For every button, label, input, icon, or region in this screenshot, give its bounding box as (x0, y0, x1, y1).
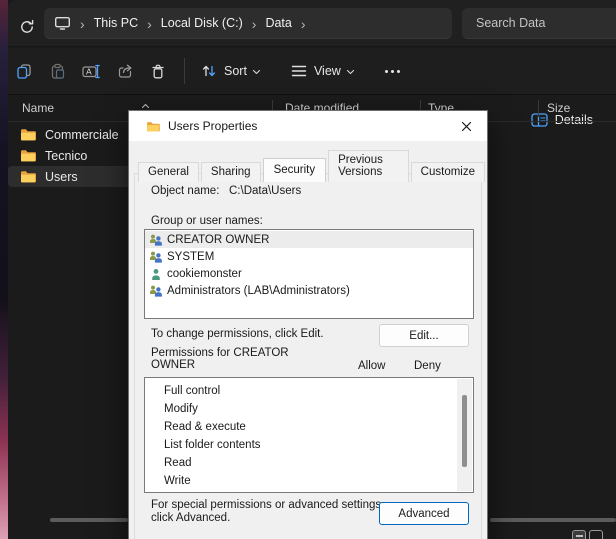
view-label: View (314, 64, 341, 78)
folder-icon (20, 128, 36, 141)
file-name: Tecnico (45, 149, 87, 163)
desktop-background-sliver (0, 0, 8, 539)
breadcrumb-item[interactable]: Data (265, 16, 291, 30)
group-or-usernames-label: Group or user names: (151, 215, 263, 227)
user-list-item[interactable]: cookiemonster (145, 265, 473, 282)
this-pc-icon (54, 16, 71, 30)
permissions-list[interactable]: Full controlModifyRead & executeList fol… (144, 377, 474, 493)
file-name: Commerciale (45, 128, 119, 142)
user-name: CREATOR OWNER (167, 234, 269, 246)
object-name-label: Object name: (151, 185, 219, 197)
properties-dialog: Users Properties GeneralSharingSecurityP… (128, 110, 488, 539)
chevron-down-icon (252, 69, 261, 75)
allow-column-label: Allow (358, 360, 385, 372)
permission-row[interactable]: Special permissions (164, 490, 266, 493)
paste-icon[interactable] (41, 54, 74, 88)
user-name: Administrators (LAB\Administrators) (167, 285, 350, 297)
folder-icon (20, 149, 36, 162)
permission-row[interactable]: Read (164, 454, 192, 472)
navigation-bar: › This PC › Local Disk (C:) › Data › (8, 0, 616, 47)
sort-button[interactable]: Sort (193, 54, 269, 88)
advanced-button[interactable]: Advanced (379, 502, 469, 525)
scrollbar-thumb[interactable] (462, 395, 467, 467)
user-list-item[interactable]: SYSTEM (145, 248, 473, 265)
permission-row[interactable]: Read & execute (164, 418, 246, 436)
column-header-size[interactable]: Size (547, 101, 570, 115)
tab-previous-versions[interactable]: Previous Versions (328, 150, 409, 182)
dialog-title: Users Properties (168, 119, 257, 133)
breadcrumb-item[interactable]: Local Disk (C:) (161, 16, 243, 30)
permission-row[interactable]: Full control (164, 382, 220, 400)
permissions-scrollbar[interactable] (457, 379, 472, 491)
refresh-icon[interactable] (16, 16, 38, 38)
tab-general[interactable]: General (138, 162, 199, 182)
folder-icon (20, 170, 36, 183)
deny-column-label: Deny (414, 360, 441, 372)
user-name: cookiemonster (167, 268, 242, 280)
group-user-names-list[interactable]: CREATOR OWNER SYSTEM cookiemonster Administ… (144, 229, 474, 319)
sort-label: Sort (224, 64, 247, 78)
share-icon[interactable] (109, 54, 142, 88)
more-options-icon[interactable] (377, 70, 408, 73)
tab-security[interactable]: Security (263, 158, 327, 182)
breadcrumb[interactable]: › This PC › Local Disk (C:) › Data › (44, 8, 452, 39)
edit-hint-text: To change permissions, click Edit. (151, 328, 324, 340)
file-name: Users (45, 170, 78, 184)
search-box (462, 8, 616, 39)
permission-row[interactable]: Write (164, 472, 191, 490)
copy-icon[interactable] (8, 54, 41, 88)
search-input[interactable] (462, 16, 616, 30)
folder-icon (146, 121, 160, 132)
user-name: SYSTEM (167, 251, 214, 263)
breadcrumb-chevron-icon[interactable]: › (80, 16, 85, 31)
horizontal-scrollbar[interactable] (50, 518, 128, 522)
details-view-toggle-icon[interactable] (572, 530, 586, 539)
delete-icon[interactable] (142, 54, 174, 88)
permission-row[interactable]: Modify (164, 400, 198, 418)
advanced-hint-text: For special permissions or advanced sett… (151, 499, 384, 525)
close-icon[interactable] (453, 114, 479, 138)
thumbnail-view-toggle-icon[interactable] (589, 530, 603, 539)
tab-sharing[interactable]: Sharing (201, 162, 261, 182)
object-name-value: C:\Data\Users (229, 185, 301, 197)
rename-icon[interactable]: A (74, 54, 109, 88)
dialog-titlebar: Users Properties (129, 111, 487, 141)
permissions-for-label: Permissions for CREATOR OWNER (151, 348, 289, 371)
permission-row[interactable]: List folder contents (164, 436, 261, 454)
user-icon (149, 268, 163, 280)
svg-text:A: A (86, 66, 92, 76)
tab-customize[interactable]: Customize (411, 162, 485, 182)
screen: › This PC › Local Disk (C:) › Data › A (0, 0, 616, 539)
view-button[interactable]: View (283, 54, 363, 88)
horizontal-scrollbar[interactable] (490, 518, 616, 522)
breadcrumb-chevron-icon[interactable]: › (147, 16, 152, 31)
group-icon (149, 285, 163, 297)
dialog-tabs: GeneralSharingSecurityPrevious VersionsC… (138, 150, 487, 182)
column-header-name[interactable]: Name (22, 101, 54, 115)
user-list-item[interactable]: Administrators (LAB\Administrators) (145, 282, 473, 299)
group-icon (149, 251, 163, 263)
edit-button[interactable]: Edit... (379, 324, 469, 347)
command-toolbar: A Sort View (8, 48, 616, 95)
chevron-down-icon (346, 69, 355, 75)
breadcrumb-chevron-icon[interactable]: › (301, 16, 306, 31)
user-list-item[interactable]: CREATOR OWNER (145, 231, 473, 248)
breadcrumb-chevron-icon[interactable]: › (252, 16, 257, 31)
toolbar-separator (184, 58, 185, 84)
breadcrumb-item[interactable]: This PC (94, 16, 138, 30)
group-icon (149, 234, 163, 246)
